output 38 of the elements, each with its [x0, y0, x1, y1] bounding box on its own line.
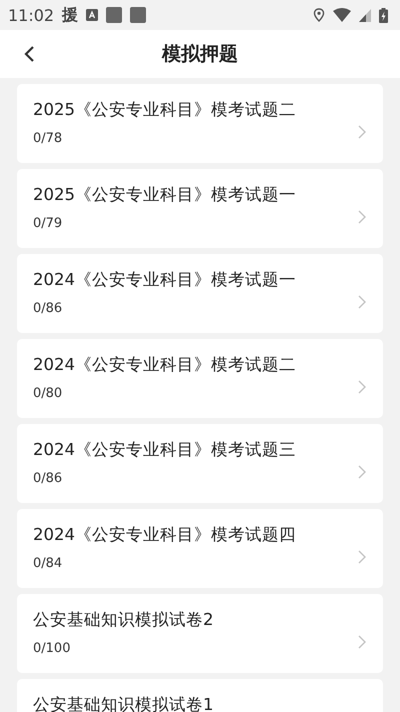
paper-title: 2025《公安专业科目》模考试题一: [33, 184, 297, 206]
progress-count: 0/80: [33, 386, 64, 401]
paper-title: 2024《公安专业科目》模考试题二: [33, 354, 297, 376]
signal-icon: [359, 8, 371, 22]
chevron-right-icon: [358, 635, 366, 649]
exam-paper-card[interactable]: 2025《公安专业科目》模考试题二 0/78: [17, 84, 383, 163]
progress-count: 0/100: [33, 641, 72, 656]
chevron-right-icon: [358, 295, 366, 309]
progress-count: 0/78: [33, 131, 64, 146]
paper-title: 2024《公安专业科目》模考试题四: [33, 524, 297, 546]
progress-count: 0/86: [33, 301, 64, 316]
app-notification-icon: [86, 9, 98, 21]
paper-title: 公安基础知识模拟试卷2: [33, 609, 214, 631]
exam-paper-card[interactable]: 公安基础知识模拟试卷2 0/100: [17, 594, 383, 673]
location-icon: [313, 8, 325, 22]
progress-count: 0/84: [33, 556, 64, 571]
chevron-right-icon: [358, 550, 366, 564]
wifi-icon: [333, 8, 351, 22]
notification-glyph: 援: [62, 4, 78, 26]
exam-paper-card[interactable]: 2025《公安专业科目》模考试题一 0/79: [17, 169, 383, 248]
paper-title: 2024《公安专业科目》模考试题三: [33, 439, 297, 461]
paper-title: 2025《公安专业科目》模考试题二: [33, 99, 297, 121]
exam-paper-card[interactable]: 2024《公安专业科目》模考试题三 0/86: [17, 424, 383, 503]
chevron-right-icon: [358, 380, 366, 394]
chevron-right-icon: [358, 125, 366, 139]
progress-count: 0/86: [33, 471, 64, 486]
paper-title: 2024《公安专业科目》模考试题一: [33, 269, 297, 291]
status-time: 11:02: [8, 6, 54, 24]
progress-count: 0/79: [33, 216, 64, 231]
exam-paper-card[interactable]: 2024《公安专业科目》模考试题一 0/86: [17, 254, 383, 333]
exam-paper-card[interactable]: 2024《公安专业科目》模考试题四 0/84: [17, 509, 383, 588]
square-icon: [106, 7, 122, 23]
battery-icon: [379, 8, 388, 22]
chevron-right-icon: [358, 210, 366, 224]
page-title: 模拟押题: [162, 42, 238, 67]
exam-paper-card[interactable]: 2024《公安专业科目》模考试题二 0/80: [17, 339, 383, 418]
square-icon: [130, 7, 146, 23]
chevron-right-icon: [358, 465, 366, 479]
